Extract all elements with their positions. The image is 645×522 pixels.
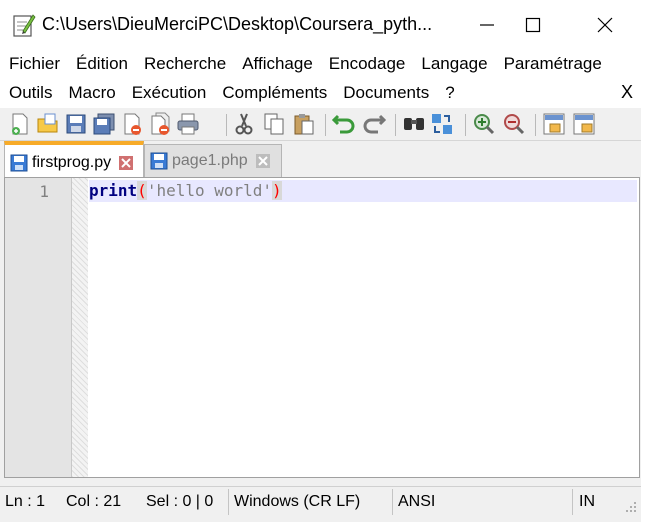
menu-complements[interactable]: Compléments bbox=[213, 83, 334, 103]
new-file-icon[interactable] bbox=[8, 112, 32, 136]
code-editor[interactable]: 1 print('hello world') bbox=[4, 177, 640, 478]
close-document-button[interactable]: X bbox=[621, 82, 633, 103]
status-encoding: ANSI bbox=[398, 493, 436, 510]
minimize-icon bbox=[480, 24, 494, 26]
status-selection: Sel : 0 | 0 bbox=[146, 493, 214, 510]
tab-label: page1.php bbox=[172, 152, 248, 169]
close-window-button[interactable] bbox=[582, 0, 628, 50]
maximize-icon bbox=[525, 17, 541, 33]
status-line: Ln : 1 bbox=[5, 493, 46, 510]
menu-macro[interactable]: Macro bbox=[59, 83, 122, 103]
tab-close-icon[interactable] bbox=[255, 154, 270, 168]
save-all-icon[interactable] bbox=[92, 112, 116, 136]
menu-row-2: Outils Macro Exécution Compléments Docum… bbox=[0, 79, 462, 107]
menu-encodage[interactable]: Encodage bbox=[320, 54, 413, 74]
menu-bar: Fichier Édition Recherche Affichage Enco… bbox=[0, 50, 641, 108]
toolbar-separator bbox=[535, 114, 536, 136]
close-icon bbox=[597, 17, 613, 33]
code-string: 'hello world' bbox=[146, 181, 273, 200]
saved-file-icon bbox=[10, 154, 28, 171]
tab-firstprog[interactable]: firstprog.py bbox=[4, 141, 144, 180]
code-open-paren: ( bbox=[137, 181, 147, 200]
notepad-plus-plus-icon bbox=[13, 14, 36, 37]
status-separator bbox=[392, 489, 393, 515]
save-icon[interactable] bbox=[64, 112, 88, 136]
tab-page1[interactable]: page1.php bbox=[144, 144, 282, 177]
close-file-icon[interactable] bbox=[120, 112, 144, 136]
tab-label: firstprog.py bbox=[32, 153, 112, 171]
status-insert-mode: IN bbox=[579, 493, 595, 510]
redo-icon[interactable] bbox=[362, 112, 386, 136]
menu-edition[interactable]: Édition bbox=[67, 54, 135, 74]
menu-fichier[interactable]: Fichier bbox=[0, 54, 67, 74]
window-title: C:\Users\DieuMerciPC\Desktop\Coursera_py… bbox=[42, 14, 433, 34]
menu-row-1: Fichier Édition Recherche Affichage Enco… bbox=[0, 50, 609, 78]
menu-execution[interactable]: Exécution bbox=[123, 83, 214, 103]
resize-grip-icon[interactable] bbox=[625, 501, 637, 513]
code-close-paren: ) bbox=[272, 181, 282, 200]
menu-parametrage[interactable]: Paramétrage bbox=[495, 54, 609, 74]
toolbar-separator bbox=[465, 114, 466, 136]
open-file-icon[interactable] bbox=[36, 112, 60, 136]
status-separator bbox=[572, 489, 573, 515]
title-bar[interactable]: C:\Users\DieuMerciPC\Desktop\Coursera_py… bbox=[0, 0, 641, 50]
menu-recherche[interactable]: Recherche bbox=[135, 54, 233, 74]
status-separator bbox=[228, 489, 229, 515]
sync-vertical-icon[interactable] bbox=[542, 112, 566, 136]
menu-langage[interactable]: Langage bbox=[412, 54, 494, 74]
fold-margin bbox=[72, 178, 88, 477]
line-number: 1 bbox=[39, 182, 49, 201]
replace-icon[interactable] bbox=[430, 112, 454, 136]
status-column: Col : 21 bbox=[66, 493, 122, 510]
find-icon[interactable] bbox=[402, 112, 426, 136]
close-all-icon[interactable] bbox=[148, 112, 172, 136]
tab-close-icon[interactable] bbox=[119, 155, 134, 170]
paste-icon[interactable] bbox=[292, 112, 316, 136]
copy-icon[interactable] bbox=[262, 112, 286, 136]
undo-icon[interactable] bbox=[332, 112, 356, 136]
menu-outils[interactable]: Outils bbox=[0, 83, 59, 103]
toolbar-separator bbox=[395, 114, 396, 136]
status-line-ending: Windows (CR LF) bbox=[234, 493, 361, 510]
minimize-button[interactable] bbox=[464, 0, 510, 50]
background-window-edge bbox=[641, 0, 645, 522]
print-icon[interactable] bbox=[176, 112, 200, 136]
menu-documents[interactable]: Documents bbox=[334, 83, 436, 103]
menu-help[interactable]: ? bbox=[436, 83, 461, 103]
document-tab-bar: firstprog.py page1.php bbox=[0, 141, 641, 180]
code-line-1[interactable]: print('hello world') bbox=[89, 181, 282, 201]
cut-icon[interactable] bbox=[232, 112, 256, 136]
zoom-in-icon[interactable] bbox=[472, 112, 496, 136]
menu-affichage[interactable]: Affichage bbox=[233, 54, 320, 74]
toolbar-separator bbox=[325, 114, 326, 136]
status-bar: Ln : 1 Col : 21 Sel : 0 | 0 Windows (CR … bbox=[0, 486, 641, 517]
zoom-out-icon[interactable] bbox=[502, 112, 526, 136]
saved-file-icon bbox=[150, 152, 168, 170]
line-number-gutter: 1 bbox=[5, 178, 72, 477]
sync-horizontal-icon[interactable] bbox=[572, 112, 596, 136]
notepad-plus-plus-window: C:\Users\DieuMerciPC\Desktop\Coursera_py… bbox=[0, 0, 642, 522]
code-keyword: print bbox=[89, 181, 138, 200]
maximize-button[interactable] bbox=[510, 0, 556, 50]
toolbar bbox=[0, 108, 641, 141]
toolbar-separator bbox=[226, 114, 227, 136]
